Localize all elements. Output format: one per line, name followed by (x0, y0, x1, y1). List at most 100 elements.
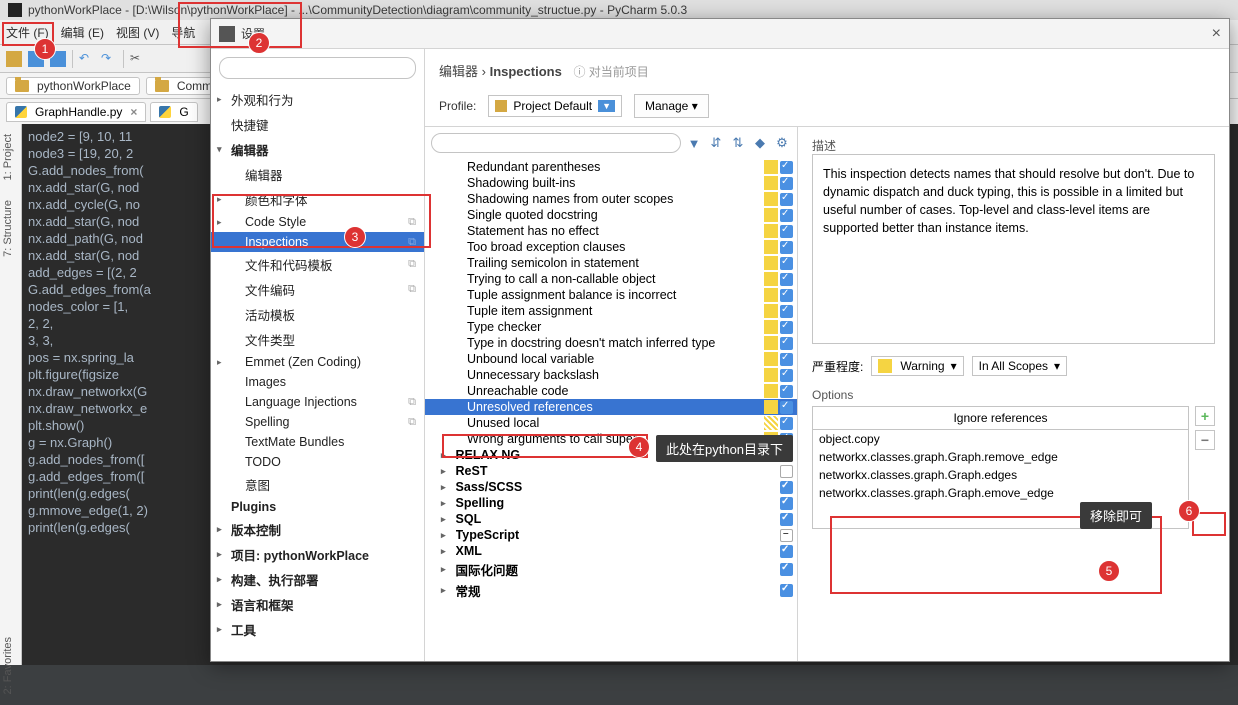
settings-icon (219, 26, 235, 42)
menu-edit[interactable]: 编辑 (E) (61, 24, 104, 41)
inspection-row[interactable]: Unreachable code (425, 383, 797, 399)
ignore-item[interactable]: object.copy (813, 430, 1188, 448)
inspection-row[interactable]: Shadowing names from outer scopes (425, 191, 797, 207)
ignore-item[interactable]: networkx.classes.graph.Graph.emove_edge (813, 484, 1188, 502)
add-button[interactable]: + (1195, 406, 1215, 426)
inspection-row[interactable]: Single quoted docstring (425, 207, 797, 223)
filter-icon[interactable]: ▼ (685, 134, 703, 152)
chevron-down-icon: ▼ (598, 100, 615, 112)
tree-item[interactable]: ▸语言和框架 (211, 592, 424, 617)
inspection-row[interactable]: Tuple assignment balance is incorrect (425, 287, 797, 303)
tree-item[interactable]: ▸版本控制 (211, 517, 424, 542)
inspection-row[interactable]: ▸Sass/SCSS (425, 479, 797, 495)
inspection-row[interactable]: Unused local (425, 415, 797, 431)
profile-select[interactable]: Project Default ▼ (488, 95, 622, 117)
options-label: Options (812, 388, 1215, 402)
inspection-row[interactable]: Unbound local variable (425, 351, 797, 367)
inspection-row[interactable]: ▸TypeScript (425, 527, 797, 543)
side-tab-structure[interactable]: 7: Structure (0, 190, 16, 267)
undo-icon[interactable]: ↶ (79, 51, 95, 67)
ignore-item[interactable]: networkx.classes.graph.Graph.remove_edge (813, 448, 1188, 466)
side-tab-favorites[interactable]: 2: Favorites (0, 627, 16, 704)
tree-item[interactable]: TextMate Bundles (211, 432, 424, 452)
tree-item[interactable]: TODO (211, 452, 424, 472)
redo-icon[interactable]: ↷ (101, 51, 117, 67)
tree-item[interactable]: Language Injections⧉ (211, 392, 424, 412)
settings-tree[interactable]: ▸外观和行为快捷键▾编辑器编辑器▸颜色和字体▸Code Style⧉Inspec… (211, 87, 424, 661)
tree-item[interactable]: ▸构建、执行部署 (211, 567, 424, 592)
window-title: pythonWorkPlace - [D:\Wilson\pythonWorkP… (28, 3, 687, 17)
tree-item[interactable]: ▸Code Style⧉ (211, 212, 424, 232)
manage-button[interactable]: Manage ▾ (634, 94, 709, 118)
sync-icon[interactable] (50, 51, 66, 67)
inspection-list[interactable]: Redundant parenthesesShadowing built-ins… (425, 159, 797, 661)
inspection-row[interactable]: ▸Spelling (425, 495, 797, 511)
save-icon[interactable] (28, 51, 44, 67)
ignore-item[interactable]: networkx.classes.graph.Graph.edges (813, 466, 1188, 484)
open-icon[interactable] (6, 51, 22, 67)
inspection-row[interactable]: Unnecessary backslash (425, 367, 797, 383)
tree-item[interactable]: ▸工具 (211, 617, 424, 642)
remove-button[interactable]: − (1195, 430, 1215, 450)
inspection-row[interactable]: ▸XML (425, 543, 797, 559)
app-icon (8, 3, 22, 17)
tree-item[interactable]: Plugins (211, 497, 424, 517)
tree-item[interactable]: 文件类型 (211, 327, 424, 352)
menu-navigate[interactable]: 导航 (171, 24, 195, 41)
inspection-filter-input[interactable] (431, 133, 681, 153)
tree-item[interactable]: ▸项目: pythonWorkPlace (211, 542, 424, 567)
inspection-row[interactable]: Tuple item assignment (425, 303, 797, 319)
expand-icon[interactable]: ⇵ (707, 134, 725, 152)
profile-icon (495, 100, 507, 112)
tree-item[interactable]: 文件编码⧉ (211, 277, 424, 302)
breadcrumb-root[interactable]: pythonWorkPlace (6, 77, 140, 95)
close-icon[interactable]: × (1212, 25, 1221, 43)
inspection-row[interactable]: Trying to call a non-callable object (425, 271, 797, 287)
tree-item[interactable]: 文件和代码模板⧉ (211, 252, 424, 277)
tree-item[interactable]: 快捷键 (211, 112, 424, 137)
tab-graphhandle[interactable]: GraphHandle.py× (6, 102, 146, 122)
tree-item[interactable]: ▸颜色和字体 (211, 187, 424, 212)
python-file-icon (15, 106, 27, 118)
inspection-row[interactable]: ▸常规 (425, 580, 797, 601)
collapse-icon[interactable]: ⇅ (729, 134, 747, 152)
inspection-row[interactable]: Shadowing built-ins (425, 175, 797, 191)
python-file-icon (159, 106, 171, 118)
tree-item[interactable]: 活动模板 (211, 302, 424, 327)
severity-label: 严重程度: (812, 358, 863, 375)
inspection-row[interactable]: Too broad exception clauses (425, 239, 797, 255)
tab-g[interactable]: G (150, 102, 197, 122)
gear-icon[interactable]: ⚙ (773, 134, 791, 152)
inspection-row[interactable]: Trailing semicolon in statement (425, 255, 797, 271)
tree-item[interactable]: ▸外观和行为 (211, 87, 424, 112)
close-icon[interactable]: × (130, 105, 137, 119)
inspection-row[interactable]: Statement has no effect (425, 223, 797, 239)
settings-search-input[interactable] (219, 57, 416, 79)
tree-item[interactable]: Inspections⧉ (211, 232, 424, 252)
scope-select[interactable]: In All Scopes ▾ (972, 356, 1067, 376)
inspection-row[interactable]: Unresolved references (425, 399, 797, 415)
inspection-row[interactable]: Redundant parentheses (425, 159, 797, 175)
menu-file[interactable]: 文件 (F) (6, 24, 49, 41)
ignore-header: Ignore references (812, 406, 1189, 429)
folder-icon (15, 80, 29, 92)
inspection-row[interactable]: ▸国际化问题 (425, 559, 797, 580)
action-icon[interactable]: ◆ (751, 134, 769, 152)
inspection-row[interactable]: ▸SQL (425, 511, 797, 527)
tree-item[interactable]: ▸Emmet (Zen Coding) (211, 352, 424, 372)
inspection-row[interactable]: Type in docstring doesn't match inferred… (425, 335, 797, 351)
tree-item[interactable]: Images (211, 372, 424, 392)
menu-view[interactable]: 视图 (V) (116, 24, 159, 41)
tree-item[interactable]: 意图 (211, 472, 424, 497)
inspection-row[interactable]: ▸ReST (425, 463, 797, 479)
tree-item[interactable]: Spelling⧉ (211, 412, 424, 432)
cut-icon[interactable]: ✂ (130, 51, 146, 67)
tree-item[interactable]: 编辑器 (211, 162, 424, 187)
dialog-title-bar: 设置 × (211, 19, 1229, 49)
severity-select[interactable]: Warning ▾ (871, 356, 963, 376)
folder-icon (155, 80, 169, 92)
tooltip-2: 移除即可 (1080, 502, 1152, 529)
inspection-row[interactable]: Type checker (425, 319, 797, 335)
tree-item[interactable]: ▾编辑器 (211, 137, 424, 162)
side-tab-project[interactable]: 1: Project (0, 124, 16, 190)
